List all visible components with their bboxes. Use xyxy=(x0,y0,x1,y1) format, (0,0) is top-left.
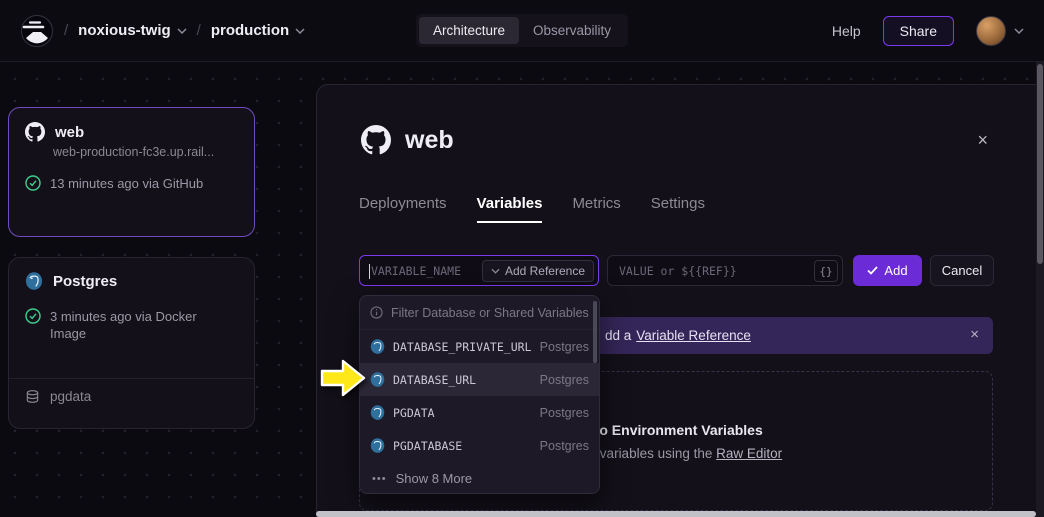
chevron-down-icon xyxy=(1014,28,1024,34)
share-button[interactable]: Share xyxy=(883,16,954,46)
add-reference-label: Add Reference xyxy=(505,264,585,278)
success-check-icon xyxy=(25,308,41,324)
raw-editor-link[interactable]: Raw Editor xyxy=(716,446,782,461)
volume-row-pgdata[interactable]: pgdata xyxy=(9,379,254,414)
variable-source: Postgres xyxy=(540,373,589,387)
postgres-icon xyxy=(370,339,385,354)
environment-name: production xyxy=(211,22,289,39)
tab-metrics[interactable]: Metrics xyxy=(572,195,620,223)
environment-selector[interactable]: production xyxy=(211,22,305,39)
view-switcher: Architecture Observability xyxy=(416,14,628,47)
service-card-postgres[interactable]: Postgres 3 minutes ago via Docker Image … xyxy=(8,257,255,429)
tab-deployments[interactable]: Deployments xyxy=(359,195,447,223)
chevron-down-icon xyxy=(295,28,305,34)
success-check-icon xyxy=(25,175,41,191)
navbar-right: Help Share xyxy=(832,16,1024,46)
service-card-web[interactable]: web web-production-fc3e.up.rail... 13 mi… xyxy=(8,107,255,237)
scrollbar-thumb[interactable] xyxy=(1037,64,1043,264)
variable-name: DATABASE_PRIVATE_URL xyxy=(393,340,531,354)
service-status: 3 minutes ago via Docker Image xyxy=(50,308,215,342)
dropdown-filter[interactable]: Filter Database or Shared Variables xyxy=(360,296,599,330)
service-name: web xyxy=(55,124,84,141)
chevron-down-icon xyxy=(491,268,500,274)
dropdown-item-database-url[interactable]: DATABASE_URL Postgres xyxy=(360,363,599,396)
insert-reference-icon[interactable]: {} xyxy=(814,260,838,282)
close-icon[interactable]: × xyxy=(977,131,988,149)
user-menu[interactable] xyxy=(976,16,1024,46)
service-domain: web-production-fc3e.up.rail... xyxy=(53,145,238,159)
railway-logo[interactable] xyxy=(20,14,54,48)
github-icon xyxy=(361,125,391,155)
info-icon xyxy=(370,306,383,319)
dropdown-item-database-private-url[interactable]: DATABASE_PRIVATE_URL Postgres xyxy=(360,330,599,363)
postgres-icon xyxy=(370,405,385,420)
github-icon xyxy=(25,122,45,142)
variable-reference-link[interactable]: Variable Reference xyxy=(636,328,751,343)
cancel-button[interactable]: Cancel xyxy=(930,255,994,286)
add-button-label: Add xyxy=(884,263,907,278)
tab-observability[interactable]: Observability xyxy=(519,17,625,44)
horizontal-scrollbar[interactable] xyxy=(316,511,1036,517)
show-more-label: Show 8 More xyxy=(396,471,473,486)
add-button[interactable]: Add xyxy=(853,255,922,286)
variable-source: Postgres xyxy=(540,439,589,453)
top-navbar: / noxious-twig / production Architecture… xyxy=(0,0,1044,62)
chevron-down-icon xyxy=(177,28,187,34)
show-more-button[interactable]: ••• Show 8 More xyxy=(360,462,599,494)
variable-source: Postgres xyxy=(540,406,589,420)
postgres-icon xyxy=(370,372,385,387)
variable-source: Postgres xyxy=(540,340,589,354)
volume-disk-icon xyxy=(25,389,40,404)
dropdown-item-pgdatabase[interactable]: PGDATABASE Postgres xyxy=(360,429,599,462)
variable-name: DATABASE_URL xyxy=(393,373,476,387)
service-detail-panel: web × Deployments Variables Metrics Sett… xyxy=(316,84,1036,517)
project-name: noxious-twig xyxy=(78,22,171,39)
dropdown-scrollbar[interactable] xyxy=(593,301,597,363)
panel-title: web xyxy=(405,126,454,155)
variable-name-field[interactable]: Add Reference xyxy=(359,255,599,286)
railway-dashboard: / noxious-twig / production Architecture… xyxy=(0,0,1044,517)
variable-name: PGDATA xyxy=(393,406,435,420)
check-icon xyxy=(867,266,878,275)
breadcrumb-separator: / xyxy=(64,22,68,39)
service-name: Postgres xyxy=(53,273,117,290)
project-selector[interactable]: noxious-twig xyxy=(78,22,187,39)
help-link[interactable]: Help xyxy=(832,23,861,39)
dropdown-item-pgdata[interactable]: PGDATA Postgres xyxy=(360,396,599,429)
tab-settings[interactable]: Settings xyxy=(651,195,705,223)
dropdown-filter-text: Filter Database or Shared Variables xyxy=(391,306,589,320)
postgres-icon xyxy=(25,272,43,290)
service-status: 13 minutes ago via GitHub xyxy=(50,175,203,192)
breadcrumb-separator: / xyxy=(197,22,201,39)
variable-value-input[interactable] xyxy=(608,256,842,285)
avatar xyxy=(976,16,1006,46)
banner-text: dd a xyxy=(605,328,631,343)
variable-value-field[interactable]: {} xyxy=(607,255,843,286)
panel-tabs: Deployments Variables Metrics Settings xyxy=(359,195,705,223)
add-reference-button[interactable]: Add Reference xyxy=(482,260,594,282)
tab-architecture[interactable]: Architecture xyxy=(419,17,519,44)
variable-name: PGDATABASE xyxy=(393,439,462,453)
banner-close-icon[interactable]: × xyxy=(970,326,979,343)
vertical-scrollbar[interactable] xyxy=(1036,62,1044,517)
tab-variables[interactable]: Variables xyxy=(477,195,543,223)
volume-name: pgdata xyxy=(50,389,91,404)
variable-reference-dropdown: Filter Database or Shared Variables DATA… xyxy=(359,295,600,494)
postgres-icon xyxy=(370,438,385,453)
ellipsis-icon: ••• xyxy=(372,473,387,485)
